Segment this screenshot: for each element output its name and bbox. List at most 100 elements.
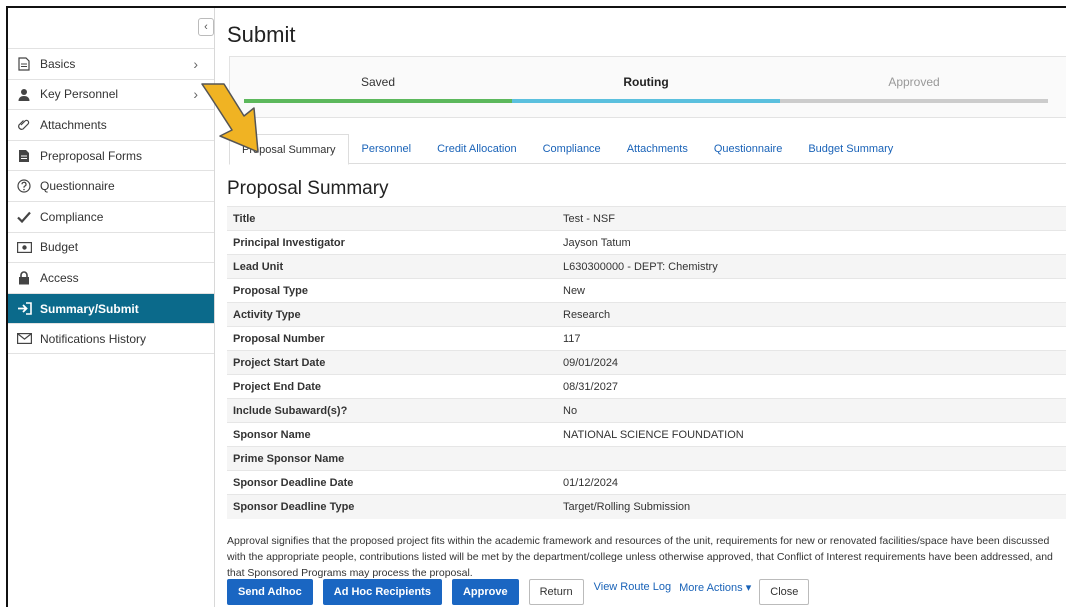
envelope-icon	[16, 331, 32, 347]
row-label: Project End Date	[227, 374, 557, 399]
money-icon	[16, 239, 32, 255]
row-value: New	[557, 278, 1066, 303]
proposal-summary-table: Title Test - NSF Principal Investigator Ja…	[227, 206, 1066, 519]
row-value: NATIONAL SCIENCE FOUNDATION	[557, 422, 1066, 447]
row-label: Prime Sponsor Name	[227, 446, 557, 471]
row-label: Include Subaward(s)?	[227, 398, 557, 423]
document-icon	[16, 56, 32, 72]
row-value: Target/Rolling Submission	[557, 494, 1066, 519]
approve-button[interactable]: Approve	[451, 579, 519, 605]
sidebar-nav: Basics › Key Personnel › Attachments Pre…	[8, 48, 214, 354]
row-value: 01/12/2024	[557, 470, 1066, 495]
tab-personnel[interactable]: Personnel	[349, 134, 425, 164]
lock-icon	[16, 270, 32, 286]
table-row: Include Subaward(s)? No	[227, 398, 1066, 423]
section-title: Proposal Summary	[227, 178, 389, 199]
collapse-sidebar-button[interactable]: ‹	[198, 18, 214, 36]
sidebar-item-notifications-history[interactable]: Notifications History	[8, 323, 214, 354]
table-row: Prime Sponsor Name	[227, 446, 1066, 471]
sign-out-icon	[16, 301, 32, 317]
file-icon	[16, 148, 32, 164]
sidebar-item-budget[interactable]: Budget	[8, 231, 214, 263]
sidebar-item-label: Attachments	[40, 117, 107, 132]
sidebar-item-basics[interactable]: Basics ›	[8, 48, 214, 79]
table-row: Project Start Date 09/01/2024	[227, 350, 1066, 375]
action-bar: Send Adhoc Ad Hoc Recipients Approve Ret…	[227, 578, 1066, 606]
row-label: Proposal Number	[227, 326, 557, 351]
paperclip-icon	[16, 117, 32, 133]
chevron-right-icon: ›	[193, 55, 198, 72]
sidebar-item-label: Preproposal Forms	[40, 148, 143, 163]
more-actions-dropdown[interactable]: More Actions ▾	[679, 581, 751, 594]
check-icon	[16, 209, 32, 225]
sidebar: ‹ Basics › Key Personnel › Attachments P…	[8, 8, 214, 607]
step-approved-label: Approved	[888, 75, 940, 89]
close-button[interactable]: Close	[759, 579, 810, 605]
table-row: Lead Unit L630300000 - DEPT: Chemistry	[227, 254, 1066, 279]
sidebar-item-preproposal-forms[interactable]: Preproposal Forms	[8, 139, 214, 171]
approval-statement: Approval signifies that the proposed pro…	[227, 535, 1053, 579]
return-button[interactable]: Return	[528, 579, 584, 605]
sidebar-item-label: Key Personnel	[40, 87, 119, 102]
question-circle-icon	[16, 178, 32, 194]
table-row: Proposal Type New	[227, 278, 1066, 303]
table-row: Proposal Number 117	[227, 326, 1066, 351]
sidebar-item-questionnaire[interactable]: Questionnaire	[8, 170, 214, 201]
tab-attachments[interactable]: Attachments	[614, 134, 701, 164]
tab-credit-allocation[interactable]: Credit Allocation	[424, 134, 530, 164]
sidebar-item-key-personnel[interactable]: Key Personnel ›	[8, 78, 214, 110]
view-route-log-link[interactable]: View Route Log	[594, 581, 671, 593]
row-value: Research	[557, 302, 1066, 327]
row-label: Lead Unit	[227, 254, 557, 279]
row-value: 09/01/2024	[557, 350, 1066, 375]
sidebar-item-summary-submit[interactable]: Summary/Submit	[8, 292, 214, 324]
send-adhoc-button[interactable]: Send Adhoc	[227, 579, 313, 605]
table-row: Title Test - NSF	[227, 206, 1066, 231]
table-row: Sponsor Name NATIONAL SCIENCE FOUNDATION	[227, 422, 1066, 447]
row-value: 117	[557, 326, 1066, 351]
row-value: 08/31/2027	[557, 374, 1066, 399]
sidebar-item-label: Summary/Submit	[40, 301, 139, 316]
step-saved-bar	[244, 99, 512, 103]
app-frame: ‹ Basics › Key Personnel › Attachments P…	[6, 6, 1066, 607]
table-row: Sponsor Deadline Type Target/Rolling Subm…	[227, 494, 1066, 519]
step-saved-label: Saved	[360, 75, 396, 89]
table-row: Sponsor Deadline Date 01/12/2024	[227, 470, 1066, 495]
annotation-arrow-icon	[201, 83, 259, 153]
step-routing-bar	[512, 99, 780, 103]
row-value	[557, 446, 1066, 471]
summary-tabs: Proposal Summary Personnel Credit Alloca…	[229, 134, 1066, 165]
sidebar-item-label: Budget	[40, 240, 79, 255]
sidebar-item-compliance[interactable]: Compliance	[8, 200, 214, 232]
sidebar-item-access[interactable]: Access	[8, 262, 214, 293]
row-label: Title	[227, 206, 557, 231]
step-routing-label: Routing	[623, 75, 669, 89]
table-row: Project End Date 08/31/2027	[227, 374, 1066, 399]
row-value: L630300000 - DEPT: Chemistry	[557, 254, 1066, 279]
table-row: Principal Investigator Jayson Tatum	[227, 230, 1066, 255]
sidebar-item-attachments[interactable]: Attachments	[8, 109, 214, 140]
step-approved-bar	[780, 99, 1048, 103]
sidebar-item-label: Basics	[40, 56, 76, 71]
row-label: Principal Investigator	[227, 230, 557, 255]
row-value: Test - NSF	[557, 206, 1066, 231]
row-label: Sponsor Deadline Date	[227, 470, 557, 495]
sidebar-item-label: Notifications History	[40, 331, 147, 346]
main-content: Submit Saved Routing Approved Proposal S…	[214, 8, 1066, 607]
page-title: Submit	[227, 22, 296, 47]
table-row: Activity Type Research	[227, 302, 1066, 327]
tab-budget-summary[interactable]: Budget Summary	[795, 134, 906, 164]
adhoc-recipients-button[interactable]: Ad Hoc Recipients	[322, 579, 442, 605]
person-icon	[16, 86, 32, 102]
sidebar-item-label: Access	[40, 270, 79, 285]
row-label: Project Start Date	[227, 350, 557, 375]
row-label: Sponsor Deadline Type	[227, 494, 557, 519]
sidebar-item-label: Questionnaire	[40, 179, 115, 194]
row-label: Activity Type	[227, 302, 557, 327]
sidebar-item-label: Compliance	[40, 209, 104, 224]
row-value: Jayson Tatum	[557, 230, 1066, 255]
row-label: Sponsor Name	[227, 422, 557, 447]
tab-compliance[interactable]: Compliance	[530, 134, 614, 164]
tab-questionnaire[interactable]: Questionnaire	[701, 134, 796, 164]
route-progress: Saved Routing Approved	[229, 56, 1066, 118]
